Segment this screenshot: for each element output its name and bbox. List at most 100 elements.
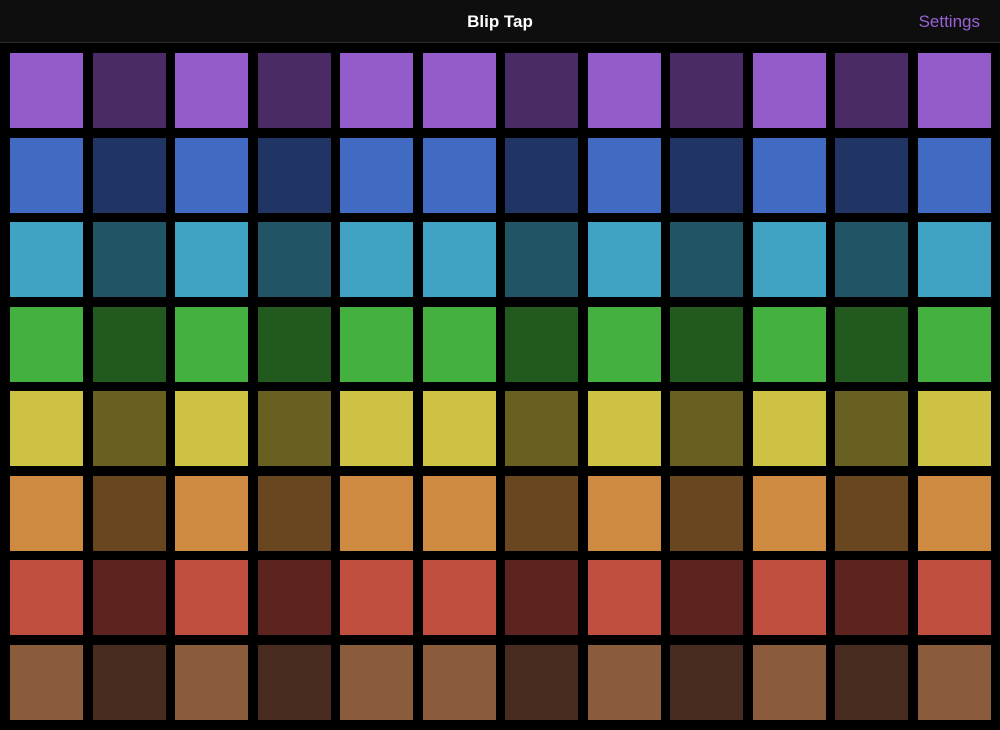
pad-red-2[interactable] [92, 560, 166, 635]
pad-cyan-1[interactable] [10, 222, 83, 297]
pad-cyan-2[interactable] [92, 222, 166, 297]
pad-purple-2[interactable] [92, 53, 166, 128]
pad-brown-8[interactable] [587, 644, 661, 720]
pad-purple-5[interactable] [340, 53, 413, 128]
pad-red-10[interactable] [752, 560, 826, 635]
pad-orange-2[interactable] [92, 475, 166, 551]
pad-red-5[interactable] [340, 560, 413, 635]
settings-button[interactable]: Settings [919, 0, 980, 43]
pad-cyan-4[interactable] [257, 222, 331, 297]
pad-orange-6[interactable] [422, 475, 496, 551]
pad-blue-9[interactable] [670, 137, 743, 213]
pad-purple-8[interactable] [587, 53, 661, 128]
pad-yellow-6[interactable] [422, 391, 496, 466]
pad-green-9[interactable] [670, 306, 743, 382]
pad-brown-3[interactable] [175, 644, 248, 720]
pad-yellow-9[interactable] [670, 391, 743, 466]
pad-purple-11[interactable] [835, 53, 908, 128]
pad-red-12[interactable] [917, 560, 991, 635]
pad-brown-5[interactable] [340, 644, 413, 720]
pad-purple-9[interactable] [670, 53, 743, 128]
pad-purple-6[interactable] [422, 53, 496, 128]
pad-orange-11[interactable] [835, 475, 908, 551]
pad-brown-7[interactable] [505, 644, 578, 720]
pad-orange-9[interactable] [670, 475, 743, 551]
pad-cyan-12[interactable] [917, 222, 991, 297]
pad-cyan-3[interactable] [175, 222, 248, 297]
pad-cyan-7[interactable] [505, 222, 578, 297]
pad-brown-4[interactable] [257, 644, 331, 720]
app-title: Blip Tap [467, 12, 533, 31]
pad-orange-3[interactable] [175, 475, 248, 551]
pad-cyan-10[interactable] [752, 222, 826, 297]
pad-green-5[interactable] [340, 306, 413, 382]
pad-red-8[interactable] [587, 560, 661, 635]
pad-cyan-8[interactable] [587, 222, 661, 297]
pad-green-3[interactable] [175, 306, 248, 382]
pad-orange-12[interactable] [917, 475, 991, 551]
pad-brown-9[interactable] [670, 644, 743, 720]
pad-red-4[interactable] [257, 560, 331, 635]
pad-brown-2[interactable] [92, 644, 166, 720]
pad-orange-8[interactable] [587, 475, 661, 551]
pad-red-1[interactable] [10, 560, 83, 635]
pad-purple-7[interactable] [505, 53, 578, 128]
pad-green-8[interactable] [587, 306, 661, 382]
pad-yellow-4[interactable] [257, 391, 331, 466]
pad-red-7[interactable] [505, 560, 578, 635]
pad-yellow-3[interactable] [175, 391, 248, 466]
pad-red-9[interactable] [670, 560, 743, 635]
pad-cyan-11[interactable] [835, 222, 908, 297]
pad-blue-10[interactable] [752, 137, 826, 213]
pad-blue-7[interactable] [505, 137, 578, 213]
pad-brown-1[interactable] [10, 644, 83, 720]
pad-brown-10[interactable] [752, 644, 826, 720]
pad-brown-11[interactable] [835, 644, 908, 720]
pad-purple-4[interactable] [257, 53, 331, 128]
pad-yellow-1[interactable] [10, 391, 83, 466]
pad-cyan-9[interactable] [670, 222, 743, 297]
pad-orange-10[interactable] [752, 475, 826, 551]
pad-blue-6[interactable] [422, 137, 496, 213]
pad-red-11[interactable] [835, 560, 908, 635]
pad-brown-6[interactable] [422, 644, 496, 720]
pad-blue-3[interactable] [175, 137, 248, 213]
pad-yellow-5[interactable] [340, 391, 413, 466]
pad-yellow-10[interactable] [752, 391, 826, 466]
pad-blue-2[interactable] [92, 137, 166, 213]
pad-orange-4[interactable] [257, 475, 331, 551]
pad-green-11[interactable] [835, 306, 908, 382]
pad-blue-4[interactable] [257, 137, 331, 213]
pad-blue-12[interactable] [917, 137, 991, 213]
pad-purple-3[interactable] [175, 53, 248, 128]
pad-green-7[interactable] [505, 306, 578, 382]
pad-cyan-5[interactable] [340, 222, 413, 297]
pad-orange-7[interactable] [505, 475, 578, 551]
pad-red-6[interactable] [422, 560, 496, 635]
pad-orange-1[interactable] [10, 475, 83, 551]
pad-brown-12[interactable] [917, 644, 991, 720]
pad-green-1[interactable] [10, 306, 83, 382]
navigation-bar: Blip Tap Settings [0, 0, 1000, 43]
pad-green-4[interactable] [257, 306, 331, 382]
pad-yellow-12[interactable] [917, 391, 991, 466]
pad-red-3[interactable] [175, 560, 248, 635]
pad-green-12[interactable] [917, 306, 991, 382]
pad-green-10[interactable] [752, 306, 826, 382]
pad-green-6[interactable] [422, 306, 496, 382]
pad-green-2[interactable] [92, 306, 166, 382]
pad-cyan-6[interactable] [422, 222, 496, 297]
pad-orange-5[interactable] [340, 475, 413, 551]
pad-yellow-7[interactable] [505, 391, 578, 466]
pad-yellow-8[interactable] [587, 391, 661, 466]
pad-blue-11[interactable] [835, 137, 908, 213]
pad-purple-10[interactable] [752, 53, 826, 128]
pad-blue-8[interactable] [587, 137, 661, 213]
pad-purple-1[interactable] [10, 53, 83, 128]
pad-yellow-2[interactable] [92, 391, 166, 466]
pad-purple-12[interactable] [917, 53, 991, 128]
pad-blue-5[interactable] [340, 137, 413, 213]
pad-grid [10, 53, 991, 720]
pad-blue-1[interactable] [10, 137, 83, 213]
pad-yellow-11[interactable] [835, 391, 908, 466]
